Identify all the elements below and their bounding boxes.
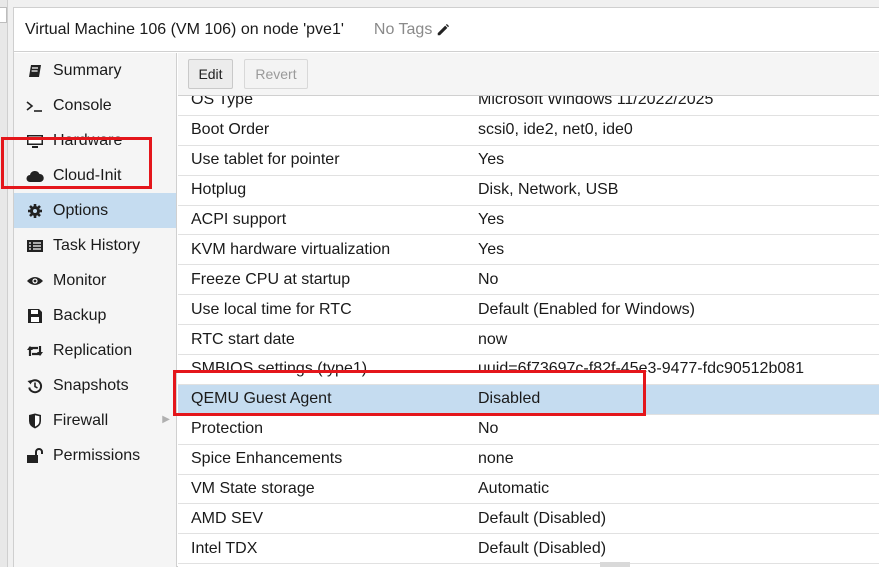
sidebar-item-monitor[interactable]: Monitor xyxy=(14,263,176,298)
table-row[interactable]: Freeze CPU at startup No xyxy=(178,265,879,296)
option-key: Freeze CPU at startup xyxy=(191,270,351,288)
option-value: No xyxy=(478,420,499,438)
table-row[interactable]: Protection No xyxy=(178,414,879,445)
table-row[interactable]: SMBIOS settings (type1) uuid=6f73697c-f82… xyxy=(178,355,879,385)
option-key: RTC start date xyxy=(191,330,295,348)
list-icon xyxy=(26,237,44,255)
sidebar-item-summary[interactable]: Summary xyxy=(14,53,176,88)
option-value: Yes xyxy=(478,211,505,228)
book-icon xyxy=(26,62,44,80)
table-row[interactable]: KVM hardware virtualization Yes xyxy=(178,235,879,266)
table-row[interactable]: Boot Order scsi0, ide2, net0, ide0 xyxy=(178,115,879,146)
sidebar-item-label: Options xyxy=(53,201,109,219)
sidebar-item-label: Backup xyxy=(53,306,107,324)
monitor-icon xyxy=(26,132,44,150)
option-key: Use tablet for pointer xyxy=(191,151,340,169)
table-row[interactable]: Use tablet for pointer Yes xyxy=(178,145,879,176)
option-key: Use local time for RTC xyxy=(191,300,352,318)
sidebar-item-snapshots[interactable]: Snapshots xyxy=(14,368,176,403)
pencil-icon[interactable] xyxy=(436,23,450,37)
sidebar-item-options[interactable]: Options xyxy=(14,193,176,228)
left-collapsed-panel xyxy=(0,0,8,567)
sidebar-item-label: Replication xyxy=(53,341,133,359)
history-icon xyxy=(26,377,44,395)
sidebar-item-label: Summary xyxy=(53,61,122,79)
option-key: AMD SEV xyxy=(191,509,264,527)
option-value: Automatic xyxy=(478,480,550,498)
table-row[interactable]: RTC start date now xyxy=(178,325,879,356)
sidebar-item-label: Snapshots xyxy=(53,376,129,394)
terminal-icon xyxy=(26,97,44,115)
table-row[interactable]: Use local time for RTC Default (Enabled f… xyxy=(178,295,879,326)
option-value: now xyxy=(478,330,508,348)
table-row[interactable]: ACPI support Yes xyxy=(178,205,879,236)
option-key: Intel TDX xyxy=(191,539,258,557)
option-value: uuid=6f73697c-f82f-45e3-9477-fdc90512b08… xyxy=(478,360,805,378)
options-content: OS Type Microsoft Windows 11/2022/2025 Bo… xyxy=(178,53,879,567)
option-value: Disk, Network, USB xyxy=(478,181,619,199)
page-title: Virtual Machine 106 (VM 106) on node 'pv… xyxy=(25,20,344,38)
sidebar-item-label: Monitor xyxy=(53,271,107,289)
eye-icon xyxy=(26,272,44,290)
option-value: Default (Disabled) xyxy=(478,539,607,557)
unlock-icon xyxy=(26,447,44,465)
option-key: Hotplug xyxy=(191,181,247,199)
sidebar: Summary Console Hardware Cloud-Init Opti… xyxy=(14,53,177,567)
option-key: SMBIOS settings (type1) xyxy=(191,360,368,378)
table-row[interactable]: Hotplug Disk, Network, USB xyxy=(178,175,879,206)
table-row[interactable]: VM State storage Automatic xyxy=(178,474,879,505)
floppy-icon xyxy=(26,307,44,325)
table-row-selected[interactable]: QEMU Guest Agent Disabled xyxy=(178,384,879,415)
table-row[interactable]: AMD SEV Default (Disabled) xyxy=(178,504,879,535)
options-toolbar: Edit Revert xyxy=(178,53,879,96)
sidebar-item-hardware[interactable]: Hardware xyxy=(14,123,176,158)
tags-label: No Tags xyxy=(373,20,433,38)
sidebar-item-replication[interactable]: Replication xyxy=(14,333,176,368)
option-key: Boot Order xyxy=(191,121,270,139)
panel-header: Virtual Machine 106 (VM 106) on node 'pv… xyxy=(14,8,879,52)
option-key: ACPI support xyxy=(191,211,287,228)
sidebar-item-label: Firewall xyxy=(53,411,109,429)
table-row[interactable]: Intel TDX Default (Disabled) xyxy=(178,534,879,565)
horizontal-scrollbar[interactable] xyxy=(600,562,630,567)
collapse-tab[interactable] xyxy=(0,7,7,23)
sidebar-item-firewall[interactable]: Firewall ▶ xyxy=(14,403,176,438)
sidebar-item-label: Console xyxy=(53,96,112,114)
option-key: KVM hardware virtualization xyxy=(191,240,391,258)
option-key: Spice Enhancements xyxy=(191,450,343,468)
gear-icon xyxy=(26,202,44,220)
option-value: scsi0, ide2, net0, ide0 xyxy=(478,121,633,139)
option-value: Yes xyxy=(478,151,505,169)
option-value: Default (Disabled) xyxy=(478,509,607,527)
sidebar-item-label: Permissions xyxy=(53,446,141,464)
edit-button[interactable]: Edit xyxy=(188,59,233,89)
tags-editor[interactable]: No Tags xyxy=(374,21,450,39)
options-grid: OS Type Microsoft Windows 11/2022/2025 Bo… xyxy=(178,86,879,565)
option-value: none xyxy=(478,450,514,468)
option-value: Yes xyxy=(478,240,505,258)
sidebar-item-backup[interactable]: Backup xyxy=(14,298,176,333)
sidebar-item-console[interactable]: Console xyxy=(14,88,176,123)
sidebar-item-permissions[interactable]: Permissions xyxy=(14,438,176,473)
option-key: VM State storage xyxy=(191,480,315,498)
sidebar-item-label: Cloud-Init xyxy=(53,166,122,184)
option-key: QEMU Guest Agent xyxy=(191,390,332,408)
option-value: Default (Enabled for Windows) xyxy=(478,300,695,318)
sidebar-item-cloud-init[interactable]: Cloud-Init xyxy=(14,158,176,193)
vm-panel: Virtual Machine 106 (VM 106) on node 'pv… xyxy=(13,7,879,567)
option-key: Protection xyxy=(191,420,264,438)
sidebar-item-task-history[interactable]: Task History xyxy=(14,228,176,263)
table-row[interactable]: Spice Enhancements none xyxy=(178,444,879,475)
sidebar-item-label: Task History xyxy=(53,236,141,254)
chevron-right-icon[interactable]: ▶ xyxy=(162,414,170,425)
shield-icon xyxy=(26,412,44,430)
sidebar-item-label: Hardware xyxy=(53,131,123,149)
option-value: Disabled xyxy=(478,390,541,408)
retweet-icon xyxy=(26,342,44,360)
option-value: No xyxy=(478,270,499,288)
cloud-icon xyxy=(26,167,44,185)
revert-button[interactable]: Revert xyxy=(244,59,308,89)
